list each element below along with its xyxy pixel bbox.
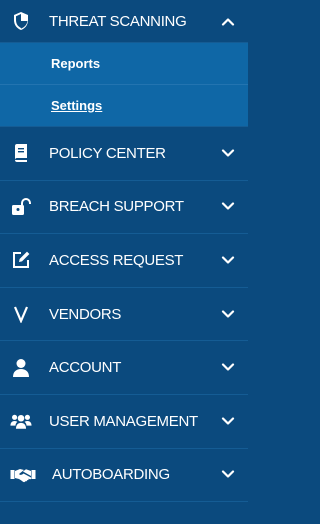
nav-label-threat-scanning: THREAT SCANNING [49, 12, 187, 30]
submenu-label-reports: Reports [51, 56, 101, 71]
chevron-down-icon[interactable] [221, 363, 235, 373]
nav-item-vendors[interactable]: VENDORS [0, 288, 248, 342]
nav-label-access-request: ACCESS REQUEST [49, 251, 184, 269]
submenu-item-settings[interactable]: Settings [0, 85, 248, 127]
nav-item-access-request[interactable]: ACCESS REQUEST [0, 234, 248, 288]
submenu-item-reports[interactable]: Reports [0, 43, 248, 85]
book-icon [10, 142, 32, 164]
nav-item-autoboarding[interactable]: AUTOBOARDING [0, 449, 248, 503]
nav-item-policy-center[interactable]: POLICY CENTER [0, 127, 248, 181]
chevron-down-icon[interactable] [221, 255, 235, 265]
nav-label-vendors: VENDORS [49, 305, 122, 323]
chevron-down-icon[interactable] [221, 309, 235, 319]
sidebar-nav: THREAT SCANNING Reports Settings POLICY … [0, 0, 248, 524]
chevron-down-icon[interactable] [221, 202, 235, 212]
nav-item-account[interactable]: ACCOUNT [0, 341, 248, 395]
sidebar-bottom-edge [0, 516, 248, 524]
vendors-v-icon [10, 303, 32, 325]
nav-label-breach-support: BREACH SUPPORT [49, 198, 184, 216]
shield-icon [10, 10, 32, 32]
nav-item-threat-scanning[interactable]: THREAT SCANNING [0, 0, 248, 43]
chevron-down-icon[interactable] [221, 416, 235, 426]
threat-scanning-submenu: Reports Settings [0, 43, 248, 127]
nav-label-policy-center: POLICY CENTER [49, 144, 166, 162]
nav-label-autoboarding: AUTOBOARDING [52, 466, 170, 484]
chevron-down-icon[interactable] [221, 470, 235, 480]
edit-icon [10, 249, 32, 271]
nav-label-account: ACCOUNT [49, 359, 122, 377]
nav-item-breach-support[interactable]: BREACH SUPPORT [0, 181, 248, 235]
user-icon [10, 357, 32, 379]
chevron-down-icon[interactable] [221, 148, 235, 158]
nav-item-user-management[interactable]: USER MANAGEMENT [0, 395, 248, 449]
handshake-icon [10, 464, 36, 486]
chevron-up-icon[interactable] [221, 16, 235, 26]
nav-label-user-management: USER MANAGEMENT [49, 412, 198, 430]
submenu-label-settings: Settings [51, 98, 103, 113]
unlock-icon [10, 196, 32, 218]
users-icon [10, 410, 32, 432]
